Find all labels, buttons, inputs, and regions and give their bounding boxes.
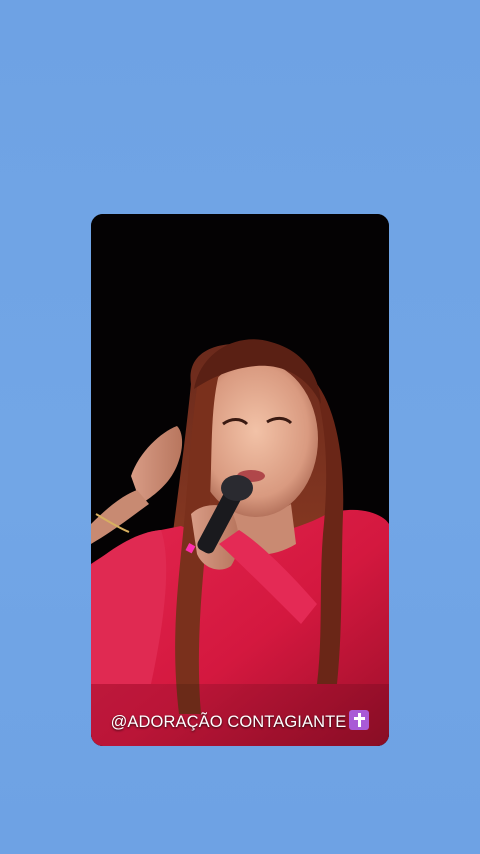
cross-icon [349, 710, 370, 730]
video-caption: @ADORAÇÃO CONTAGIANTE [91, 710, 389, 732]
caption-text: @ADORAÇÃO CONTAGIANTE [110, 713, 347, 731]
wallpaper-background: @ADORAÇÃO CONTAGIANTE [0, 0, 480, 854]
video-frame [91, 214, 389, 746]
video-player[interactable]: @ADORAÇÃO CONTAGIANTE [91, 214, 389, 746]
